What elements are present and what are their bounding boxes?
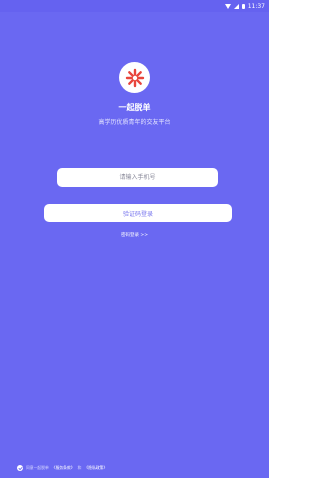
- password-login-link[interactable]: 密码登录 >>: [0, 232, 269, 238]
- phone-number-input[interactable]: [57, 168, 218, 187]
- app-logo: [119, 62, 150, 93]
- status-time: 11:37: [247, 2, 265, 10]
- user-agreement-link[interactable]: 《服务条款》: [52, 465, 75, 471]
- privacy-policy-link[interactable]: 《隐私政策》: [84, 465, 107, 471]
- agreement-separator: 和: [77, 465, 82, 470]
- login-button-label: 验证码登录: [122, 210, 153, 218]
- app-name: 一起脱单: [118, 103, 151, 112]
- status-bar: 11:37: [0, 0, 269, 12]
- agreement-checkbox[interactable]: [17, 465, 23, 471]
- wifi-icon: [224, 3, 231, 9]
- verification-code-login-button[interactable]: 验证码登录: [44, 204, 232, 222]
- asterisk-flower-icon: [125, 68, 144, 87]
- login-screen: 11:37 一起脱单 高学历优质青年的交友平台 验证码登录 密码登录 >> 同意…: [0, 0, 269, 478]
- agreement-row: 同意一起脱单 《服务条款》 和 《隐私政策》: [17, 465, 107, 471]
- check-icon: [18, 466, 22, 470]
- agreement-prefix: 同意一起脱单: [26, 465, 49, 470]
- signal-icon: [233, 3, 239, 9]
- battery-icon: [241, 3, 245, 9]
- app-tagline: 高学历优质青年的交友平台: [98, 119, 171, 126]
